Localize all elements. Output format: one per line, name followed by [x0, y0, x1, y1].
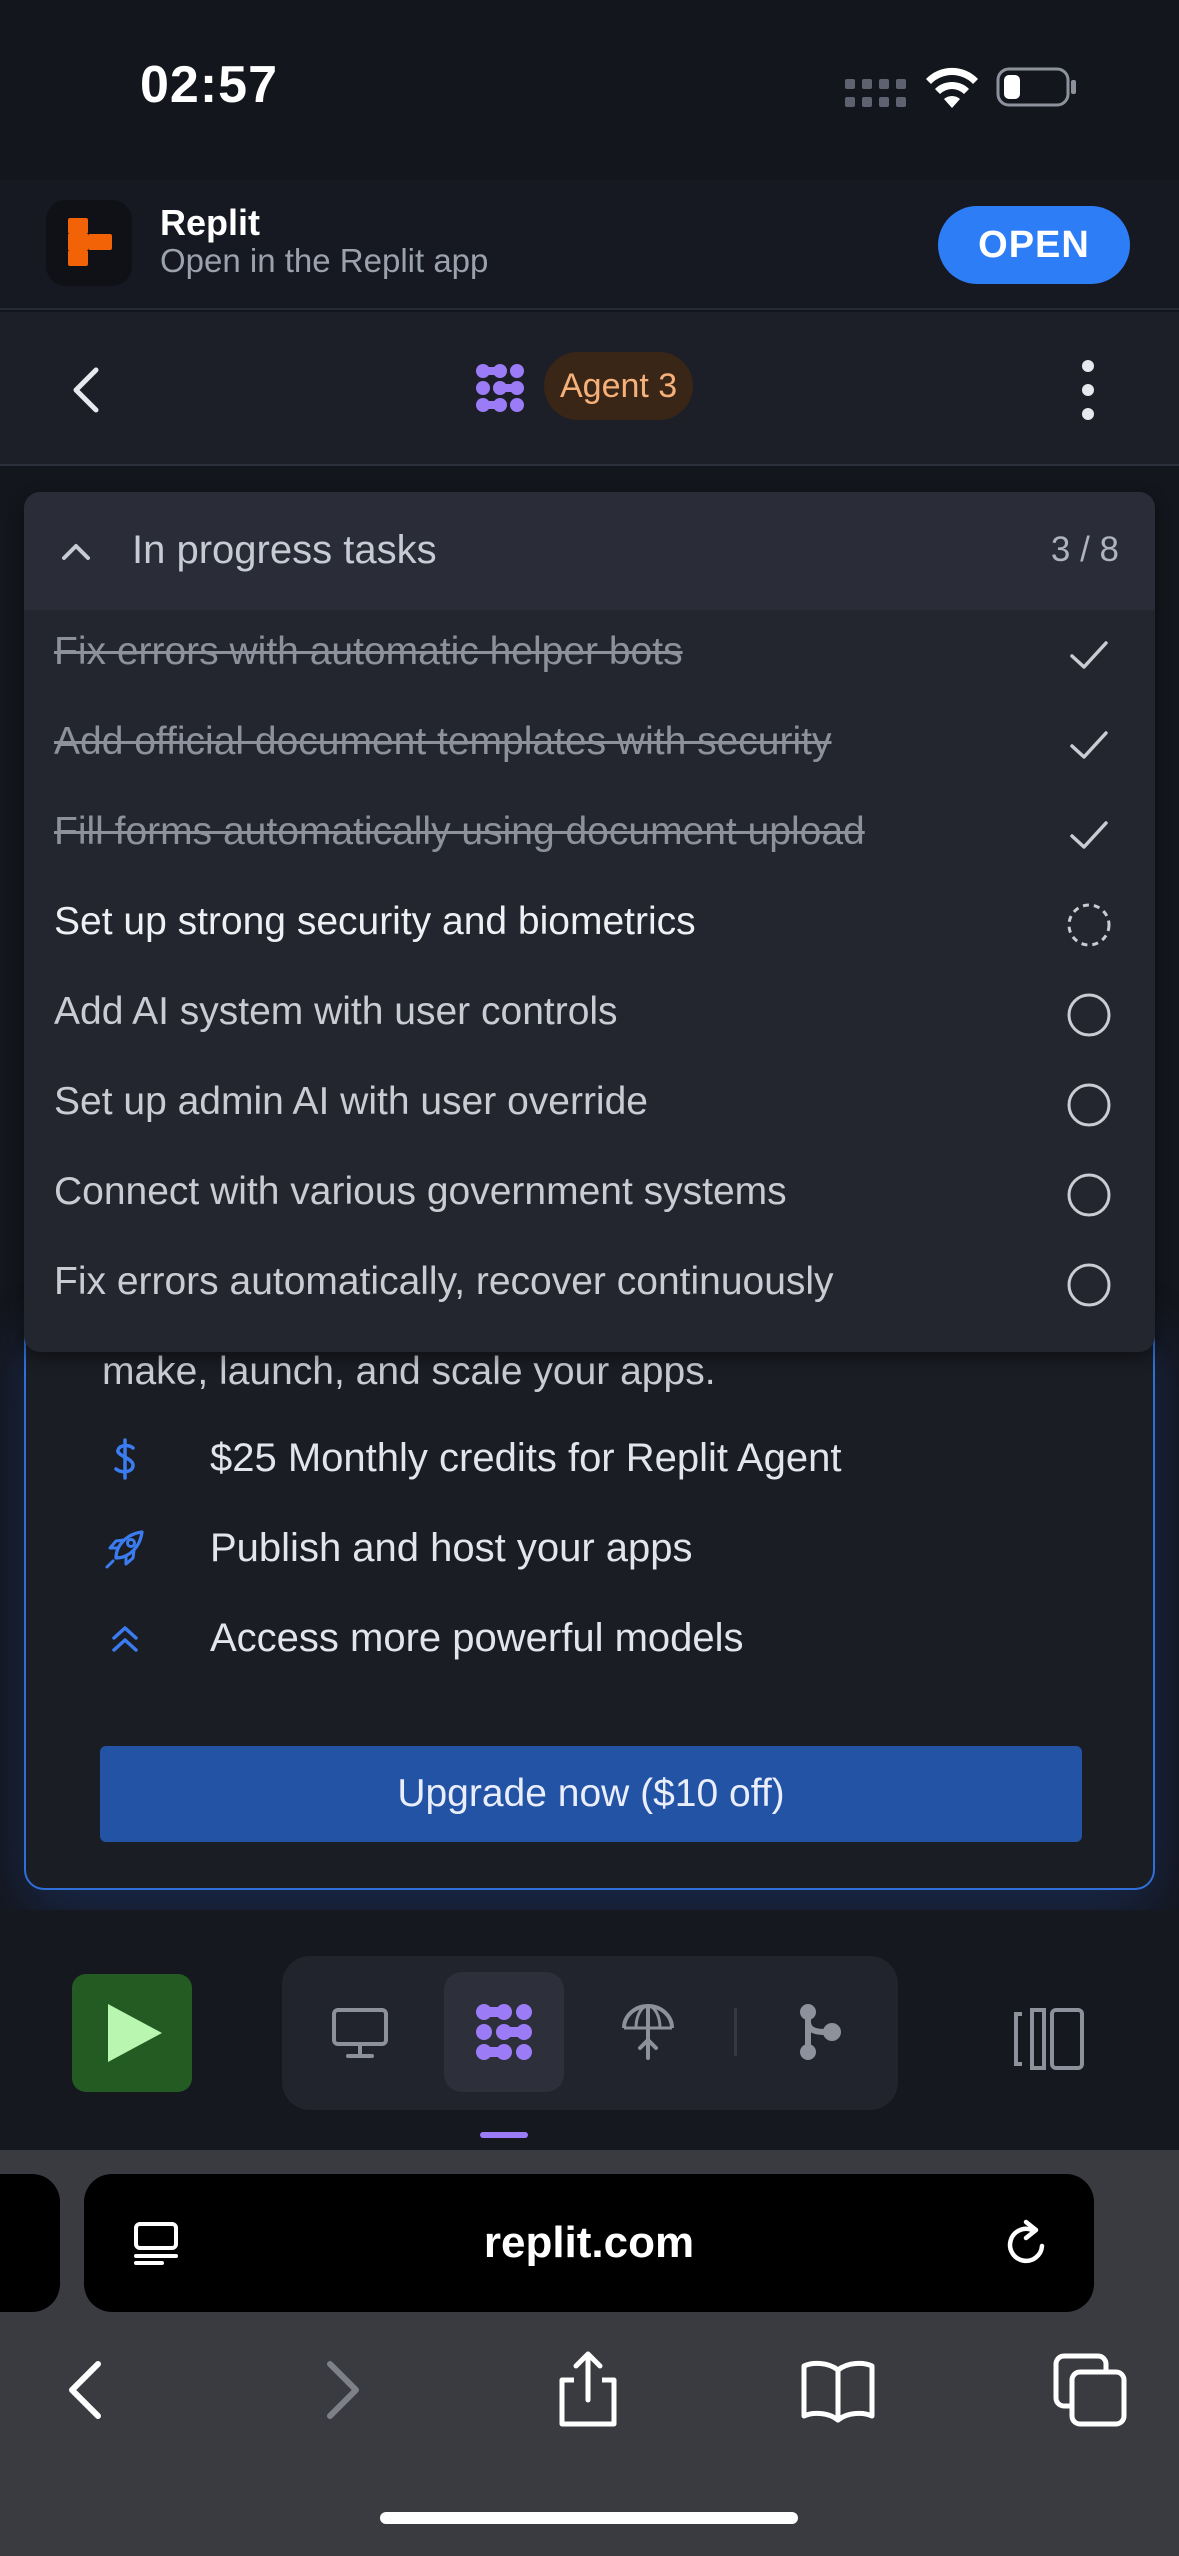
- spinner-icon: [1067, 903, 1111, 947]
- git-icon: [800, 2004, 841, 2060]
- tasks-count: 3 / 8: [1050, 530, 1119, 569]
- dollar-icon: [114, 1438, 135, 1480]
- checkmark-icon: [1070, 641, 1108, 669]
- battery-icon: [996, 67, 1076, 107]
- upgrade-promo-card: make, launch, and scale your apps. $25 M…: [24, 1320, 1155, 1890]
- browser-bar: replit.com: [0, 2150, 1179, 2556]
- bookmarks-icon[interactable]: [798, 2350, 878, 2430]
- agent-version-badge[interactable]: Agent 3: [544, 352, 694, 420]
- task-row[interactable]: Fix errors automatically, recover contin…: [24, 1240, 1155, 1330]
- task-label: Fix errors with automatic helper bots: [54, 630, 683, 673]
- tasks-title: In progress tasks: [132, 528, 437, 572]
- checkmark-icon: [1070, 731, 1108, 759]
- app-banner: Replit Open in the Replit app OPEN: [0, 180, 1179, 310]
- workspace-header: Agent 3: [0, 312, 1179, 466]
- tab-git[interactable]: [758, 1972, 878, 2092]
- feature-label: Access more powerful models: [210, 1616, 744, 1660]
- task-row[interactable]: Add AI system with user controls: [24, 970, 1155, 1060]
- home-indicator: [380, 2512, 798, 2524]
- task-row[interactable]: Add official document templates with sec…: [24, 700, 1155, 790]
- previous-tab[interactable]: [0, 2174, 60, 2312]
- task-label: Connect with various government systems: [54, 1170, 787, 1213]
- task-label: Set up admin AI with user override: [54, 1080, 648, 1123]
- promo-text: make, launch, and scale your apps.: [102, 1350, 716, 1393]
- active-tab-indicator: [480, 2132, 528, 2138]
- tabs-icon[interactable]: [1050, 2350, 1130, 2430]
- empty-circle-icon: [1067, 1263, 1111, 1307]
- feature-label: $25 Monthly credits for Replit Agent: [210, 1436, 842, 1480]
- chevron-up-icon[interactable]: [54, 530, 98, 574]
- run-button[interactable]: [72, 1974, 192, 2092]
- task-row[interactable]: Fill forms automatically using document …: [24, 790, 1155, 880]
- task-row[interactable]: Fix errors with automatic helper bots: [24, 610, 1155, 700]
- address-bar[interactable]: replit.com: [84, 2174, 1094, 2312]
- status-bar: 02:57: [0, 0, 1179, 180]
- rocket-icon: [105, 1530, 144, 1569]
- clock: 02:57: [140, 56, 278, 114]
- preview-icon: [332, 2008, 388, 2058]
- tab-divider: [734, 2008, 737, 2056]
- layout-toggle-icon[interactable]: [1008, 2004, 1088, 2074]
- task-row[interactable]: Set up admin AI with user override: [24, 1060, 1155, 1150]
- feature-label: Publish and host your apps: [210, 1526, 693, 1570]
- tasks-panel: In progress tasks 3 / 8 Fix errors with …: [24, 492, 1155, 1352]
- task-row[interactable]: Connect with various government systems: [24, 1150, 1155, 1240]
- double-chevron-up-icon: [112, 1626, 138, 1652]
- forward-icon[interactable]: [300, 2350, 380, 2430]
- task-label: Fill forms automatically using document …: [54, 810, 865, 853]
- reload-icon[interactable]: [1002, 2218, 1052, 2270]
- task-label: Add official document templates with sec…: [54, 720, 832, 763]
- upgrade-button[interactable]: Upgrade now ($10 off): [100, 1746, 1082, 1842]
- empty-circle-icon: [1067, 993, 1111, 1037]
- wifi-icon: [926, 67, 978, 108]
- task-label: Set up strong security and biometrics: [54, 900, 696, 943]
- app-name: Replit: [160, 202, 261, 243]
- open-app-button[interactable]: OPEN: [938, 206, 1130, 284]
- task-label: Fix errors automatically, recover contin…: [54, 1260, 834, 1303]
- tab-agent[interactable]: [444, 1972, 564, 2092]
- back-icon[interactable]: [48, 2350, 128, 2430]
- empty-circle-icon: [1067, 1083, 1111, 1127]
- agent-icon: [476, 2004, 532, 2060]
- workspace-tabs: [282, 1956, 898, 2110]
- empty-circle-icon: [1067, 1173, 1111, 1217]
- tasks-header[interactable]: In progress tasks 3 / 8: [24, 492, 1155, 610]
- more-menu-icon[interactable]: [1066, 356, 1110, 424]
- workspace-toolbar: [0, 1910, 1179, 2150]
- url-text: replit.com: [483, 2218, 695, 2267]
- share-icon[interactable]: [548, 2350, 628, 2430]
- replit-logo: [46, 200, 132, 286]
- task-row[interactable]: Set up strong security and biometrics: [24, 880, 1155, 970]
- tab-deploy[interactable]: [588, 1972, 708, 2092]
- back-chevron-icon[interactable]: [58, 360, 118, 420]
- deploy-icon: [622, 2004, 674, 2060]
- checkmark-icon: [1070, 821, 1108, 849]
- tab-preview[interactable]: [300, 1972, 420, 2092]
- play-icon: [108, 2004, 162, 2062]
- app-subtitle: Open in the Replit app: [160, 242, 489, 279]
- cellular-icon: [845, 79, 906, 107]
- task-label: Add AI system with user controls: [54, 990, 618, 1033]
- agent-icon: [476, 364, 524, 412]
